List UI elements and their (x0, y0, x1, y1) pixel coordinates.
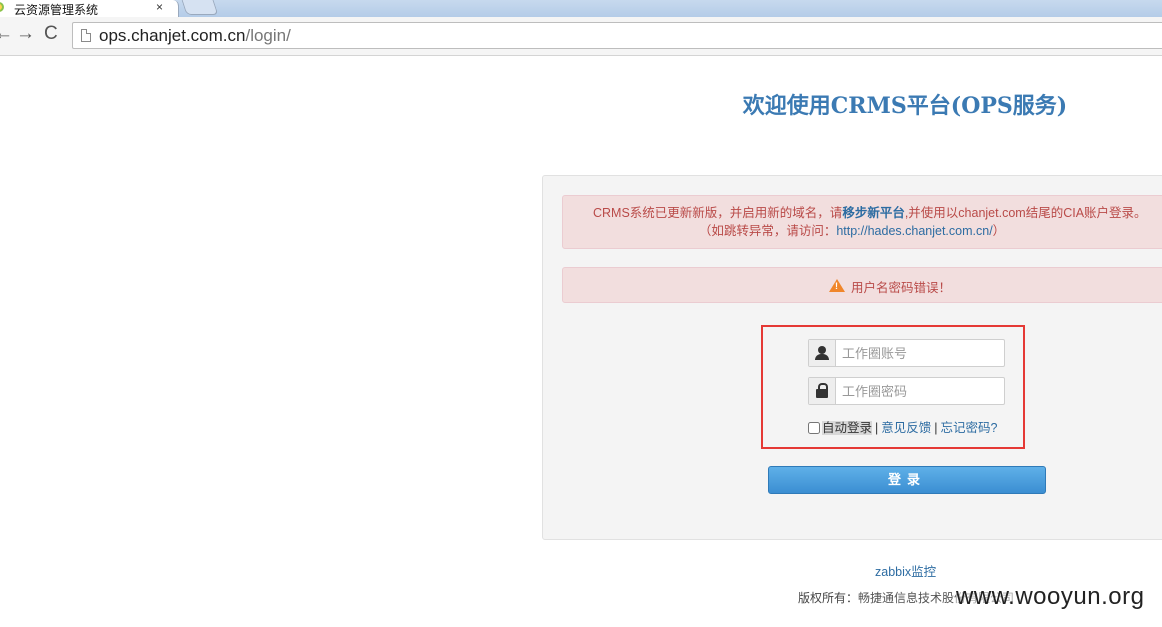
hades-url-link[interactable]: http://hades.chanjet.com.cn/ (836, 224, 992, 238)
password-group (808, 377, 1010, 405)
password-input[interactable] (836, 378, 1010, 404)
page-icon (81, 29, 91, 42)
url-path: /login/ (245, 26, 291, 45)
browser-tabstrip: 云资源管理系统 × (0, 0, 1162, 17)
username-group (808, 339, 1010, 367)
feedback-link[interactable]: 意见反馈 (881, 421, 931, 435)
remember-label[interactable]: 自动登录 (822, 421, 873, 435)
back-arrow-icon[interactable]: ← (0, 24, 13, 44)
separator: | (934, 421, 938, 435)
notice-line-2: （如跳转异常，请访问：http://hades.chanjet.com.cn/） (563, 222, 1141, 240)
zabbix-link[interactable]: zabbix监控 (875, 561, 936, 580)
address-bar[interactable]: ops.chanjet.com.cn/login/ (72, 22, 1162, 49)
error-alert: 用户名密码错误！ (562, 267, 1162, 303)
tab-title: 云资源管理系统 (14, 3, 99, 17)
notice-prefix: CRMS系统已更新新版，并启用新的域名，请 (593, 206, 843, 220)
notice-alt-suffix: ） (992, 224, 1006, 238)
warning-icon (829, 279, 845, 292)
reload-icon[interactable]: C (44, 24, 58, 44)
url-text[interactable]: ops.chanjet.com.cn/login/ (99, 26, 291, 46)
favicon-icon (0, 2, 4, 12)
migration-notice: CRMS系统已更新新版，并启用新的域名，请移步新平台,并使用以chanjet.c… (562, 195, 1162, 249)
login-options: 自动登录 | 意见反馈 | 忘记密码? (808, 417, 997, 436)
forgot-password-link[interactable]: 忘记密码? (941, 421, 998, 435)
notice-line-1: CRMS系统已更新新版，并启用新的域名，请移步新平台,并使用以chanjet.c… (593, 204, 1147, 222)
url-host: ops.chanjet.com.cn (99, 26, 246, 45)
lock-icon (809, 378, 836, 404)
login-button[interactable]: 登录 (768, 466, 1046, 494)
close-icon[interactable]: × (156, 0, 163, 14)
error-message: 用户名密码错误！ (851, 281, 952, 295)
new-platform-link[interactable]: 移步新平台 (842, 206, 905, 220)
forward-arrow-icon[interactable]: → (16, 24, 35, 44)
remember-checkbox[interactable] (808, 422, 820, 434)
browser-tab[interactable]: 云资源管理系统 × (0, 0, 179, 17)
new-tab-button[interactable] (181, 0, 219, 15)
separator: | (875, 421, 879, 435)
username-input[interactable] (836, 340, 1010, 366)
notice-suffix: ,并使用以chanjet.com结尾的CIA账户登录。 (904, 206, 1147, 220)
browser-toolbar: ← → C ops.chanjet.com.cn/login/ (0, 17, 1162, 56)
notice-alt-prefix: （如跳转异常，请访问： (698, 224, 837, 238)
user-icon (809, 340, 836, 366)
page-title: 欢迎使用CRMS平台(OPS服务) (742, 93, 1068, 119)
watermark: www.wooyun.org (956, 583, 1145, 611)
copyright-prefix: 版权所有： (798, 591, 859, 605)
